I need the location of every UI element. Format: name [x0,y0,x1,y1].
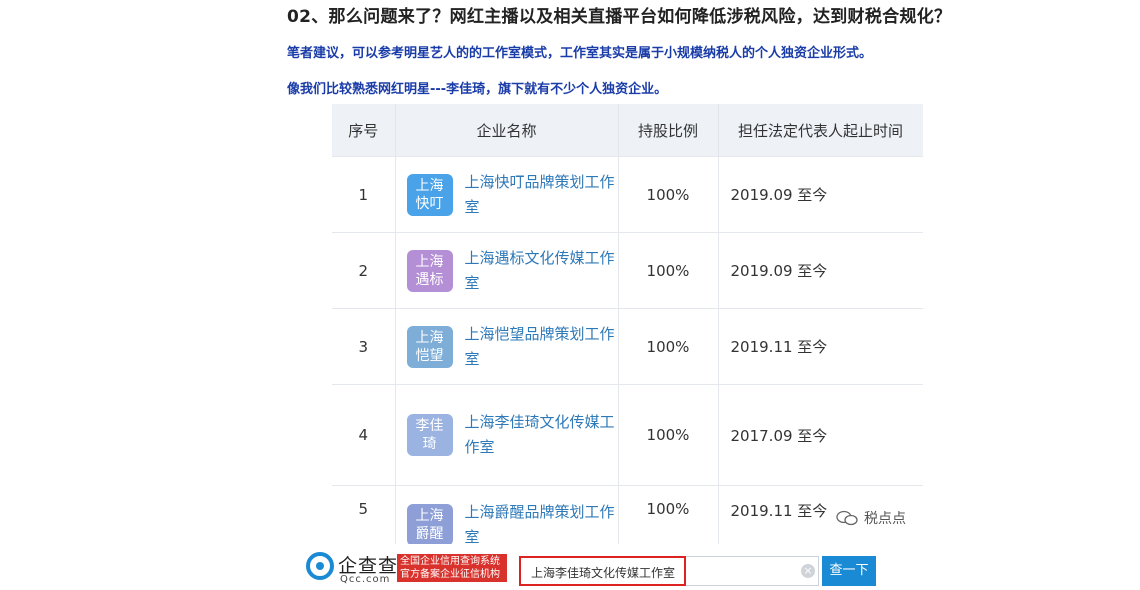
row-index: 4 [332,384,396,486]
row-index: 2 [332,232,396,309]
wechat-icon [836,510,858,526]
watermark: 税点点 [836,508,906,528]
rep-period: 2019.09 至今 [718,156,923,233]
company-logo[interactable]: 上海快叮 [406,173,453,216]
table-row: 1 上海快叮 上海快叮品牌策划工作室 100% 2019.09 至今 [332,156,923,233]
table-row: 5 上海爵醒 上海爵醒品牌策划工作室 100% 2019.11 至今 [332,485,923,544]
company-cell: 上海爵醒 上海爵醒品牌策划工作室 [395,485,619,544]
share-ratio: 100% [618,485,719,544]
search-button[interactable]: 查一下 [822,556,876,586]
header-company-name: 企业名称 [395,104,619,157]
table-header-row: 序号 企业名称 持股比例 担任法定代表人起止时间 [332,104,923,157]
company-name-link[interactable]: 上海李佳琦文化传媒工作室 [465,410,615,460]
company-name-link[interactable]: 上海爵醒品牌策划工作室 [465,500,615,544]
company-cell: 上海快叮 上海快叮品牌策划工作室 [395,156,619,233]
rep-period: 2019.11 至今 [718,308,923,385]
brand-domain: Qcc.com [340,574,391,585]
company-name-link[interactable]: 上海遇标文化传媒工作室 [465,246,615,296]
row-index: 5 [332,485,396,544]
company-table: 序号 企业名称 持股比例 担任法定代表人起止时间 1 上海快叮 上海快叮品牌策划… [332,104,923,544]
share-ratio: 100% [618,156,719,233]
share-ratio: 100% [618,384,719,486]
section-heading: 02、那么问题来了？网红主播以及相关直播平台如何降低涉税风险，达到财税合规化？ [287,7,952,27]
advice-paragraph: 笔者建议，可以参考明星艺人的的工作室模式，工作室其实是属于小规模纳税人的个人独资… [287,46,873,61]
qcc-search-bar: 企查查 Qcc.com 全国企业信用查询系统官方备案企业征信机构 上海李佳琦文化… [0,548,1140,590]
company-cell: 李佳琦 上海李佳琦文化传媒工作室 [395,384,619,486]
company-cell: 上海恺望 上海恺望品牌策划工作室 [395,308,619,385]
table-row: 3 上海恺望 上海恺望品牌策划工作室 100% 2019.11 至今 [332,308,923,385]
clear-icon[interactable]: × [801,564,815,578]
rep-period: 2019.09 至今 [718,232,923,309]
company-logo[interactable]: 上海爵醒 [406,504,453,544]
company-logo[interactable]: 上海遇标 [406,249,453,292]
share-ratio: 100% [618,308,719,385]
row-index: 1 [332,156,396,233]
company-name-link[interactable]: 上海快叮品牌策划工作室 [465,170,615,220]
row-index: 3 [332,308,396,385]
table-row: 2 上海遇标 上海遇标文化传媒工作室 100% 2019.09 至今 [332,232,923,309]
qcc-logo-icon [306,552,334,580]
company-cell: 上海遇标 上海遇标文化传媒工作室 [395,232,619,309]
company-table-container: 序号 企业名称 持股比例 担任法定代表人起止时间 1 上海快叮 上海快叮品牌策划… [332,104,923,544]
company-logo[interactable]: 上海恺望 [406,325,453,368]
watermark-text: 税点点 [864,511,906,527]
header-index: 序号 [332,104,396,157]
share-ratio: 100% [618,232,719,309]
company-name-link[interactable]: 上海恺望品牌策划工作室 [465,322,615,372]
header-legal-rep-period: 担任法定代表人起止时间 [718,104,923,157]
company-logo[interactable]: 李佳琦 [406,414,453,456]
header-share-ratio: 持股比例 [618,104,719,157]
rep-period: 2017.09 至今 [718,384,923,486]
search-input-value[interactable]: 上海李佳琦文化传媒工作室 [531,564,675,581]
table-row: 4 李佳琦 上海李佳琦文化传媒工作室 100% 2017.09 至今 [332,384,923,486]
certification-badge: 全国企业信用查询系统官方备案企业征信机构 [397,554,507,582]
example-paragraph: 像我们比较熟悉网红明星---李佳琦，旗下就有不少个人独资企业。 [287,82,668,97]
